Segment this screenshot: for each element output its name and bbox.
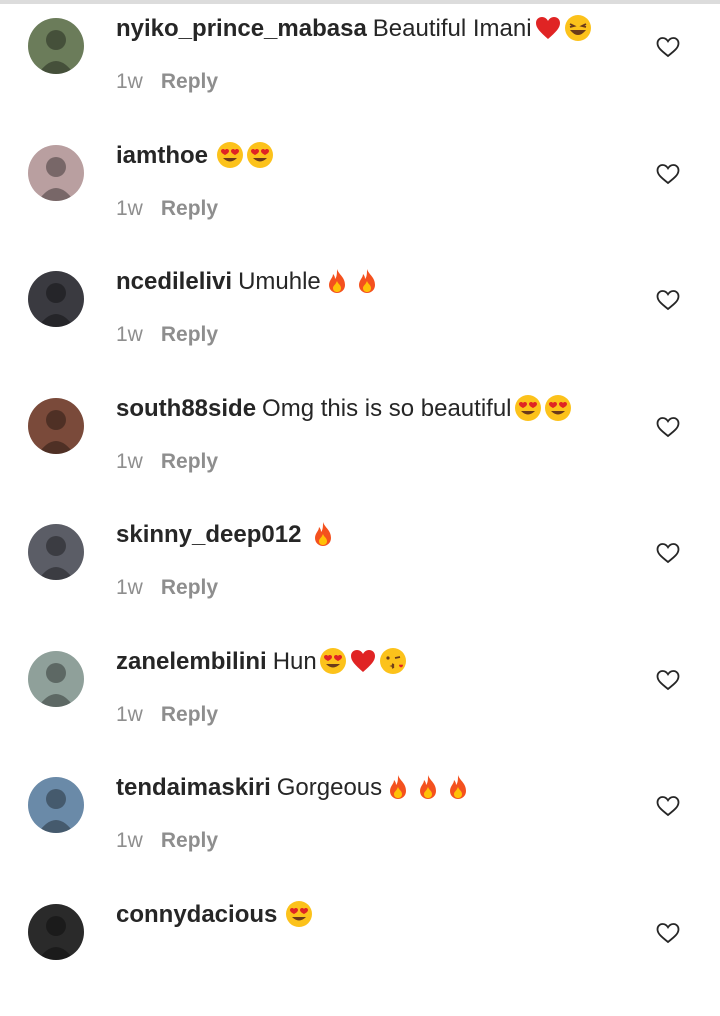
username-link[interactable]: ncedilelivi: [116, 268, 232, 295]
comment-text: Beautiful Imani: [372, 15, 532, 42]
comment-body: tendaimaskiri Gorgeous 1w Reply: [116, 773, 650, 853]
heart-eyes-emoji: [319, 647, 347, 675]
timestamp: 1w: [116, 829, 143, 852]
comment-row: zanelembilini Hun 1w Reply: [0, 637, 720, 763]
comment-meta: 1w Reply: [116, 70, 650, 94]
comment-body: ncedilelivi Umuhle 1w Reply: [116, 267, 650, 347]
username-link[interactable]: nyiko_prince_mabasa: [116, 15, 367, 42]
heart-emoji: [534, 14, 562, 42]
reply-button[interactable]: Reply: [161, 323, 218, 346]
comment-line: nyiko_prince_mabasa Beautiful Imani: [116, 14, 650, 44]
reply-button[interactable]: Reply: [161, 70, 218, 93]
timestamp: 1w: [116, 70, 143, 93]
reply-button[interactable]: Reply: [161, 829, 218, 852]
comment-line: ncedilelivi Umuhle: [116, 267, 650, 297]
comment-row: connydacious: [0, 890, 720, 1016]
comment-body: south88side Omg this is so beautiful 1w Rep…: [116, 394, 650, 474]
reply-button[interactable]: Reply: [161, 450, 218, 473]
comment-row: iamthoe 1w Reply: [0, 131, 720, 257]
comment-meta: 1w Reply: [116, 829, 650, 853]
comment-text: Umuhle: [238, 268, 321, 295]
heart-eyes-emoji: [544, 394, 572, 422]
comment-text: Omg this is so beautiful: [262, 394, 512, 422]
comment-row: south88side Omg this is so beautiful 1w Rep…: [0, 384, 720, 510]
fire-emoji: [309, 520, 337, 548]
username-link[interactable]: tendaimaskiri: [116, 774, 271, 801]
heart-eyes-emoji: [246, 141, 274, 169]
comment-body: nyiko_prince_mabasa Beautiful Imani 1w Repl…: [116, 14, 650, 94]
heart-eyes-emoji: [514, 394, 542, 422]
comment-line: south88side Omg this is so beautiful: [116, 394, 650, 424]
heart-eyes-emoji: [216, 141, 244, 169]
like-heart-icon[interactable]: [656, 416, 680, 438]
comment-text: Hun: [272, 647, 317, 675]
laughing-emoji: [564, 14, 592, 42]
comment-line: zanelembilini Hun: [116, 647, 650, 677]
username-link[interactable]: south88side: [116, 395, 256, 422]
comment-meta: 1w Reply: [116, 703, 650, 727]
heart-emoji: [349, 647, 377, 675]
avatar[interactable]: [28, 144, 84, 201]
like-heart-icon[interactable]: [656, 542, 680, 564]
kiss-emoji: [379, 647, 407, 675]
like-heart-icon[interactable]: [656, 163, 680, 185]
comment-meta: 1w Reply: [116, 323, 650, 347]
comment-meta: 1w Reply: [116, 576, 650, 600]
comment-body: connydacious: [116, 900, 650, 930]
like-heart-icon[interactable]: [656, 289, 680, 311]
like-heart-icon[interactable]: [656, 669, 680, 691]
timestamp: 1w: [116, 196, 143, 220]
avatar[interactable]: [28, 18, 84, 74]
username-link[interactable]: iamthoe: [116, 142, 208, 169]
comment-line: connydacious: [116, 900, 650, 930]
heart-eyes-emoji: [285, 900, 313, 928]
comment-line: iamthoe: [116, 141, 650, 171]
username-link[interactable]: connydacious: [116, 901, 277, 928]
timestamp: 1w: [116, 449, 143, 473]
avatar[interactable]: [28, 777, 84, 833]
reply-button[interactable]: Reply: [161, 576, 218, 599]
fire-emoji: [414, 773, 442, 801]
username-link[interactable]: zanelembilini: [116, 648, 267, 675]
comment-row: nyiko_prince_mabasa Beautiful Imani 1w Repl…: [0, 4, 720, 130]
comment-meta: 1w Reply: [116, 197, 650, 221]
fire-emoji: [384, 773, 412, 801]
timestamp: 1w: [116, 702, 143, 726]
timestamp: 1w: [116, 576, 143, 599]
fire-emoji: [323, 267, 351, 295]
reply-button[interactable]: Reply: [161, 703, 218, 726]
reply-button[interactable]: Reply: [161, 197, 218, 220]
fire-emoji: [444, 773, 472, 801]
comment-body: iamthoe 1w Reply: [116, 141, 650, 221]
fire-emoji: [353, 267, 381, 295]
avatar[interactable]: [28, 271, 84, 327]
comment-meta: 1w Reply: [116, 450, 650, 474]
timestamp: 1w: [116, 323, 143, 346]
username-link[interactable]: skinny_deep012: [116, 521, 301, 548]
like-heart-icon[interactable]: [656, 36, 680, 58]
like-heart-icon[interactable]: [656, 795, 680, 817]
avatar[interactable]: [28, 650, 84, 707]
comment-body: skinny_deep012 1w Reply: [116, 520, 650, 600]
avatar[interactable]: [28, 524, 84, 580]
comment-line: skinny_deep012: [116, 520, 650, 550]
comment-body: zanelembilini Hun 1w Reply: [116, 647, 650, 727]
comment-row: tendaimaskiri Gorgeous 1w Reply: [0, 763, 720, 889]
avatar[interactable]: [28, 397, 84, 454]
like-heart-icon[interactable]: [656, 922, 680, 944]
comment-line: tendaimaskiri Gorgeous: [116, 773, 650, 803]
comment-row: skinny_deep012 1w Reply: [0, 510, 720, 636]
comment-row: ncedilelivi Umuhle 1w Reply: [0, 257, 720, 383]
avatar[interactable]: [28, 903, 84, 960]
comment-text: Gorgeous: [276, 774, 383, 801]
